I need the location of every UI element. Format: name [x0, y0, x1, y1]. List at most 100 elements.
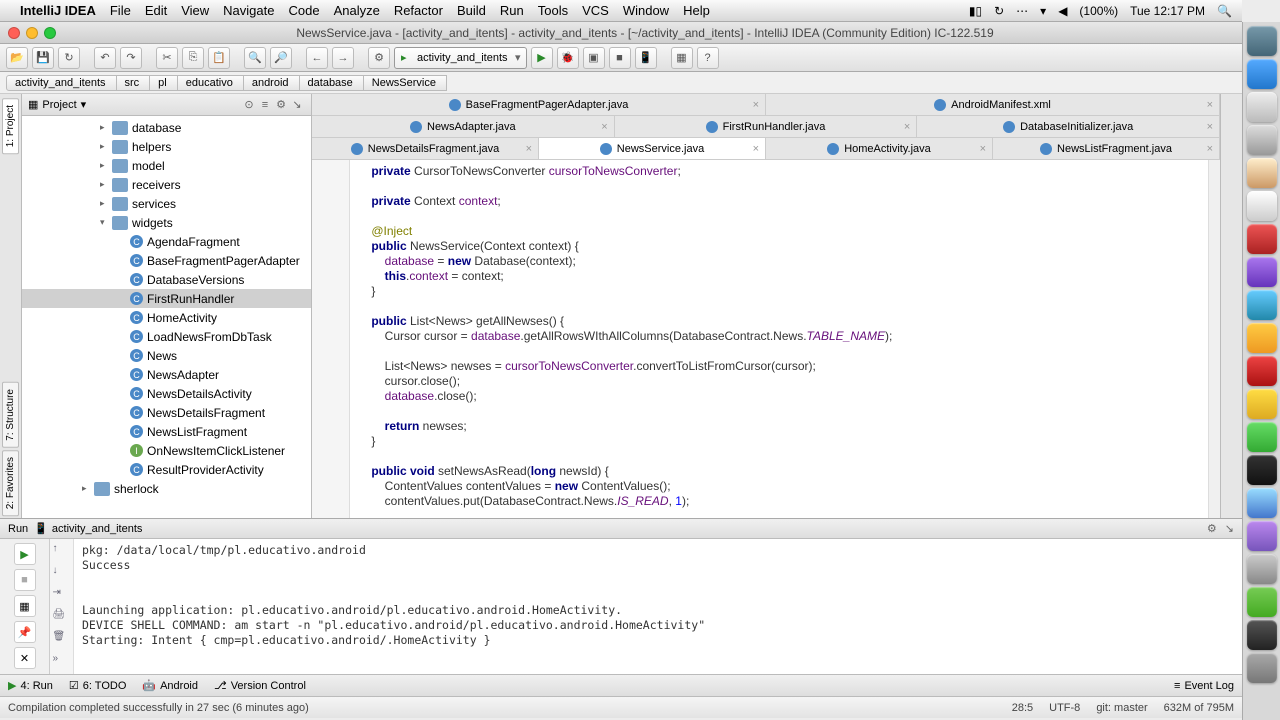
menu-navigate[interactable]: Navigate — [223, 3, 274, 18]
crumb-5[interactable]: database — [299, 75, 364, 91]
back-button[interactable]: ← — [306, 47, 328, 69]
undo-button[interactable]: ↶ — [94, 47, 116, 69]
encoding[interactable]: UTF-8 — [1049, 702, 1080, 714]
locate-icon[interactable]: ⊙ — [241, 98, 257, 111]
help-button[interactable]: ? — [697, 47, 719, 69]
close-tab-icon[interactable]: × — [1207, 143, 1213, 155]
menu-code[interactable]: Code — [288, 3, 319, 18]
close-tab-icon[interactable]: × — [1207, 99, 1213, 111]
menu-view[interactable]: View — [181, 3, 209, 18]
find-button[interactable]: 🔍 — [244, 47, 266, 69]
close-tab-icon[interactable]: × — [753, 99, 759, 111]
redo-button[interactable]: ↷ — [120, 47, 142, 69]
tree-folder[interactable]: ▸model — [22, 156, 311, 175]
close-tab-icon[interactable]: × — [526, 143, 532, 155]
stop-run-button[interactable]: ■ — [14, 569, 36, 591]
crumb-3[interactable]: educativo — [177, 75, 244, 91]
dock-app-icon[interactable] — [1247, 554, 1277, 584]
hide-icon[interactable]: ↘ — [289, 98, 305, 111]
pin-button[interactable]: 📌 — [14, 621, 36, 643]
tree-file[interactable]: CHomeActivity — [22, 308, 311, 327]
bottom-android-tab[interactable]: 🤖Android — [142, 679, 198, 692]
crumb-0[interactable]: activity_and_itents — [6, 75, 117, 91]
editor-tab[interactable]: BaseFragmentPagerAdapter.java× — [312, 94, 766, 115]
crumb-6[interactable]: NewsService — [363, 75, 447, 91]
tree-folder[interactable]: ▸database — [22, 118, 311, 137]
close-tab-icon[interactable]: × — [904, 121, 910, 133]
stop-button[interactable]: ■ — [609, 47, 631, 69]
editor-tab[interactable]: NewsService.java× — [539, 138, 766, 159]
tree-folder[interactable]: ▸services — [22, 194, 311, 213]
tree-folder[interactable]: ▸helpers — [22, 137, 311, 156]
dock-chrome-icon[interactable] — [1247, 389, 1277, 419]
close-window-button[interactable] — [8, 27, 20, 39]
tree-folder[interactable]: ▸sherlock — [22, 479, 311, 498]
editor-tab[interactable]: NewsAdapter.java× — [312, 116, 615, 137]
tree-folder[interactable]: ▸receivers — [22, 175, 311, 194]
open-button[interactable]: 📂 — [6, 47, 28, 69]
menu-run[interactable]: Run — [500, 3, 524, 18]
time-machine-icon[interactable]: ↻ — [994, 4, 1004, 18]
spotlight-icon[interactable]: 🔍 — [1217, 4, 1232, 18]
avd-button[interactable]: 📱 — [635, 47, 657, 69]
dock-app-icon[interactable] — [1247, 488, 1277, 518]
menu-build[interactable]: Build — [457, 3, 486, 18]
close-tab-icon[interactable]: × — [980, 143, 986, 155]
run-button[interactable]: ▶ — [531, 47, 553, 69]
bottom-run-tab[interactable]: ▶4: Run — [8, 679, 53, 692]
dock-safari-icon[interactable] — [1247, 59, 1277, 89]
close-run-button[interactable]: ✕ — [14, 647, 36, 669]
print-icon[interactable]: 🖨 — [53, 609, 71, 627]
favorites-tool-tab[interactable]: 2: Favorites — [2, 450, 19, 516]
close-tab-icon[interactable]: × — [753, 143, 759, 155]
menu-vcs[interactable]: VCS — [582, 3, 609, 18]
clear-icon[interactable]: 🗑 — [53, 631, 71, 649]
menu-tools[interactable]: Tools — [538, 3, 568, 18]
run-config-dropdown[interactable]: activity_and_itents — [394, 47, 527, 69]
volume-icon[interactable]: ◀ — [1058, 4, 1067, 18]
down-icon[interactable]: ↓ — [53, 565, 71, 583]
tree-file[interactable]: CBaseFragmentPagerAdapter — [22, 251, 311, 270]
console-output[interactable]: pkg: /data/local/tmp/pl.educativo.androi… — [74, 539, 1242, 674]
cursor-position[interactable]: 28:5 — [1012, 702, 1033, 714]
editor-gutter[interactable] — [312, 160, 350, 518]
dock-app-icon[interactable] — [1247, 323, 1277, 353]
menu-file[interactable]: File — [110, 3, 131, 18]
paste-button[interactable]: 📋 — [208, 47, 230, 69]
save-button[interactable]: 💾 — [32, 47, 54, 69]
project-tree[interactable]: ▸database▸helpers▸model▸receivers▸servic… — [22, 116, 311, 518]
minimize-window-button[interactable] — [26, 27, 38, 39]
layout-button[interactable]: ▦ — [14, 595, 36, 617]
build-button[interactable]: ⚙ — [368, 47, 390, 69]
cut-button[interactable]: ✂ — [156, 47, 178, 69]
tree-file[interactable]: CResultProviderActivity — [22, 460, 311, 479]
menu-refactor[interactable]: Refactor — [394, 3, 443, 18]
dock-calendar-icon[interactable] — [1247, 191, 1277, 221]
crumb-1[interactable]: src — [116, 75, 151, 91]
crumb-2[interactable]: pl — [149, 75, 178, 91]
tree-file[interactable]: CNewsListFragment — [22, 422, 311, 441]
bottom-todo-tab[interactable]: ☑6: TODO — [69, 679, 126, 692]
crumb-4[interactable]: android — [243, 75, 300, 91]
dock-app-icon[interactable] — [1247, 257, 1277, 287]
settings-icon[interactable]: ⚙ — [273, 98, 289, 111]
menu-analyze[interactable]: Analyze — [334, 3, 380, 18]
editor-tab[interactable]: AndroidManifest.xml× — [766, 94, 1220, 115]
structure-tool-tab[interactable]: 7: Structure — [2, 382, 19, 448]
editor-tab[interactable]: NewsListFragment.java× — [993, 138, 1220, 159]
rerun-button[interactable]: ▶ — [14, 543, 36, 565]
dock-trash-icon[interactable] — [1247, 653, 1277, 683]
debug-button[interactable]: 🐞 — [557, 47, 579, 69]
tree-file[interactable]: CNewsDetailsActivity — [22, 384, 311, 403]
dock-finder-icon[interactable] — [1247, 26, 1277, 56]
close-tab-icon[interactable]: × — [601, 121, 607, 133]
dock-app-icon[interactable] — [1247, 158, 1277, 188]
battery-label[interactable]: (100%) — [1079, 4, 1118, 18]
tree-file[interactable]: CFirstRunHandler — [22, 289, 311, 308]
tree-file[interactable]: CNews — [22, 346, 311, 365]
up-icon[interactable]: ↑ — [53, 543, 71, 561]
editor-tab[interactable]: NewsDetailsFragment.java× — [312, 138, 539, 159]
tree-file[interactable]: CDatabaseVersions — [22, 270, 311, 289]
tree-file[interactable]: CNewsDetailsFragment — [22, 403, 311, 422]
dock-terminal-icon[interactable] — [1247, 455, 1277, 485]
